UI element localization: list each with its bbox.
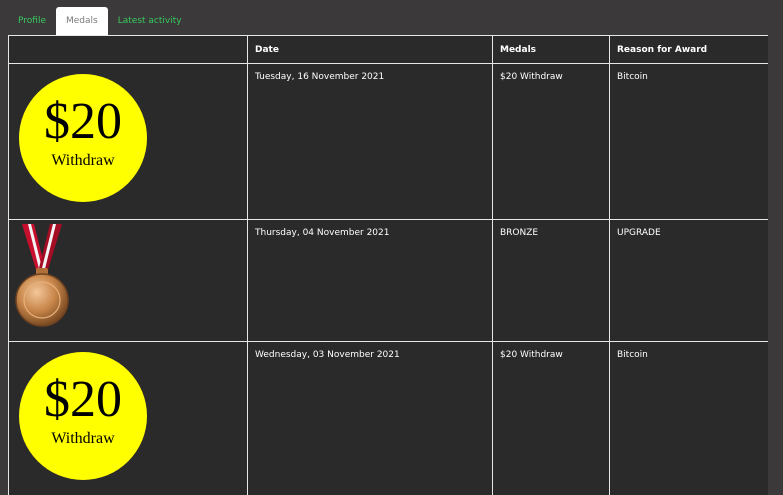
badge-amount: $20 (19, 96, 147, 148)
medal-image-cell: $20 Withdraw (9, 64, 248, 220)
profile-tabs: Profile Medals Latest activity (8, 7, 192, 36)
column-header-date: Date (248, 36, 493, 64)
column-header-medals: Medals (493, 36, 610, 64)
tab-medals[interactable]: Medals (56, 7, 108, 36)
medals-panel: Date Medals Reason for Award $20 Withdra… (8, 35, 768, 495)
award-date: Thursday, 04 November 2021 (248, 220, 493, 342)
award-reason: UPGRADE (610, 220, 769, 342)
withdraw-20-badge: $20 Withdraw (19, 74, 147, 202)
badge-word: Withdraw (19, 152, 147, 170)
medal-name: BRONZE (493, 220, 610, 342)
award-reason: Bitcoin (610, 342, 769, 495)
award-date: Wednesday, 03 November 2021 (248, 342, 493, 495)
tab-profile[interactable]: Profile (8, 7, 56, 36)
bronze-medal-icon (14, 224, 70, 328)
table-header-row: Date Medals Reason for Award (9, 36, 769, 64)
table-row: Thursday, 04 November 2021 BRONZE UPGRAD… (9, 220, 769, 342)
award-reason: Bitcoin (610, 64, 769, 220)
badge-word: Withdraw (19, 430, 147, 448)
column-header-image (9, 36, 248, 64)
tab-latest-activity[interactable]: Latest activity (108, 7, 192, 36)
medal-image-cell (9, 220, 248, 342)
medal-name: $20 Withdraw (493, 64, 610, 220)
award-date: Tuesday, 16 November 2021 (248, 64, 493, 220)
medal-name: $20 Withdraw (493, 342, 610, 495)
badge-amount: $20 (19, 374, 147, 426)
table-row: $20 Withdraw Wednesday, 03 November 2021… (9, 342, 769, 495)
medals-table: Date Medals Reason for Award $20 Withdra… (8, 35, 768, 495)
medal-image-cell: $20 Withdraw (9, 342, 248, 495)
table-row: $20 Withdraw Tuesday, 16 November 2021 $… (9, 64, 769, 220)
withdraw-20-badge: $20 Withdraw (19, 352, 147, 480)
column-header-reason: Reason for Award (610, 36, 769, 64)
